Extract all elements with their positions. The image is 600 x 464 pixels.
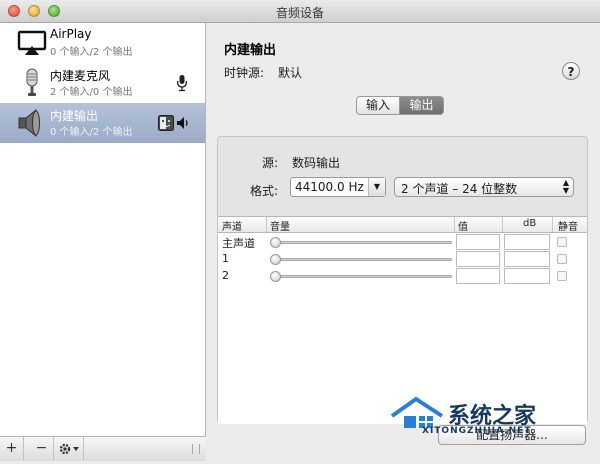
window-title: 音频设备 xyxy=(275,6,324,20)
column-header-mute[interactable]: 静音 xyxy=(558,218,578,233)
column-divider xyxy=(502,217,503,232)
volume-slider-knob[interactable] xyxy=(270,254,281,265)
resize-grip[interactable] xyxy=(192,444,200,454)
finder-icon xyxy=(158,115,174,131)
value-field[interactable] xyxy=(456,251,500,267)
device-io-summary: 0 个输入/2 个输出 xyxy=(50,127,133,138)
site-watermark: 系统之家 XITONGZHIJIA.NET xyxy=(388,392,560,442)
action-menu-button[interactable] xyxy=(54,437,84,461)
device-name: 内建输出 xyxy=(50,109,99,123)
device-name: 内建麦克风 xyxy=(50,69,111,83)
remove-device-button[interactable]: − xyxy=(30,437,54,461)
audio-devices-window: 音频设备 AirPlay 0 个输入/2 个输出 内建麦克风 2 个输入/0 个… xyxy=(0,0,600,461)
airplay-icon xyxy=(17,30,47,55)
channel-label: 主声道 xyxy=(222,237,255,250)
format-label: 格式: xyxy=(250,184,279,198)
source-label: 源: xyxy=(262,156,279,170)
channel-format-value: 2 个声道 – 24 位整数 xyxy=(401,182,518,196)
table-header: 声道 音量 值 dB 静音 xyxy=(218,217,587,233)
mute-checkbox[interactable] xyxy=(557,271,567,281)
column-header-db[interactable]: dB xyxy=(523,218,536,229)
column-header-channel[interactable]: 声道 xyxy=(222,218,242,233)
sample-rate-value: 44100.0 Hz xyxy=(295,180,364,194)
column-header-value[interactable]: 值 xyxy=(458,218,468,233)
volume-slider-track[interactable] xyxy=(270,275,452,278)
mute-checkbox[interactable] xyxy=(557,237,567,247)
channel-format-select[interactable]: 2 个声道 – 24 位整数 ▲ ▼ xyxy=(394,177,574,197)
tab-output[interactable]: 输出 xyxy=(400,96,444,115)
mute-checkbox[interactable] xyxy=(557,254,567,264)
column-divider xyxy=(266,217,267,232)
device-name: AirPlay xyxy=(50,27,92,41)
microphone-icon xyxy=(26,68,38,96)
value-field[interactable] xyxy=(456,268,500,284)
output-settings-panel: 源: 数码输出 格式: 44100.0 Hz ▼ 2 个声道 – 24 位整数 … xyxy=(217,136,588,424)
device-io-summary: 0 个输入/2 个输出 xyxy=(50,47,133,58)
clock-source-label: 时钟源: xyxy=(224,66,265,80)
device-item-built-in-microphone[interactable]: 内建麦克风 2 个输入/0 个输出 xyxy=(0,63,205,103)
db-field[interactable] xyxy=(504,234,550,250)
help-button[interactable]: ? xyxy=(562,62,580,80)
column-divider xyxy=(454,217,455,232)
device-list-toolbar: + − xyxy=(0,436,206,461)
column-divider xyxy=(552,217,553,232)
db-field[interactable] xyxy=(504,251,550,267)
volume-icon xyxy=(177,117,188,129)
table-row: 1 xyxy=(218,251,587,268)
db-field[interactable] xyxy=(504,268,550,284)
gear-icon xyxy=(59,443,79,455)
speaker-icon xyxy=(18,108,40,138)
column-header-volume[interactable]: 音量 xyxy=(270,218,290,233)
volume-slider-knob[interactable] xyxy=(270,237,281,248)
device-item-built-in-output[interactable]: 内建输出 0 个输入/2 个输出 xyxy=(0,103,205,143)
volume-slider-track[interactable] xyxy=(270,258,452,261)
channel-label: 2 xyxy=(222,269,229,282)
input-output-segmented-control: 输入 输出 xyxy=(356,96,444,115)
clock-source-value: 默认 xyxy=(278,66,303,80)
sample-rate-select[interactable]: 44100.0 Hz ▼ xyxy=(290,177,386,197)
table-row: 主声道 xyxy=(218,234,587,251)
tab-input[interactable]: 输入 xyxy=(356,96,400,115)
volume-slider-track[interactable] xyxy=(270,241,452,244)
source-value: 数码输出 xyxy=(292,156,341,170)
table-row: 2 xyxy=(218,268,587,285)
add-device-button[interactable]: + xyxy=(0,437,24,461)
value-field[interactable] xyxy=(456,234,500,250)
volume-slider-knob[interactable] xyxy=(270,271,281,282)
device-item-airplay[interactable]: AirPlay 0 个输入/2 个输出 xyxy=(0,23,205,63)
device-list: AirPlay 0 个输入/2 个输出 内建麦克风 2 个输入/0 个输出 内建… xyxy=(0,23,206,436)
channel-label: 1 xyxy=(222,252,229,265)
microphone-small-icon xyxy=(176,75,188,92)
chevron-down-icon: ▼ xyxy=(368,178,385,196)
title-bar: 音频设备 xyxy=(0,0,600,23)
device-io-summary: 2 个输入/0 个输出 xyxy=(50,87,133,98)
device-title: 内建输出 xyxy=(224,43,277,58)
watermark-url: XITONGZHIJIA.NET xyxy=(422,426,532,436)
up-down-arrows-icon: ▲ ▼ xyxy=(562,178,569,195)
